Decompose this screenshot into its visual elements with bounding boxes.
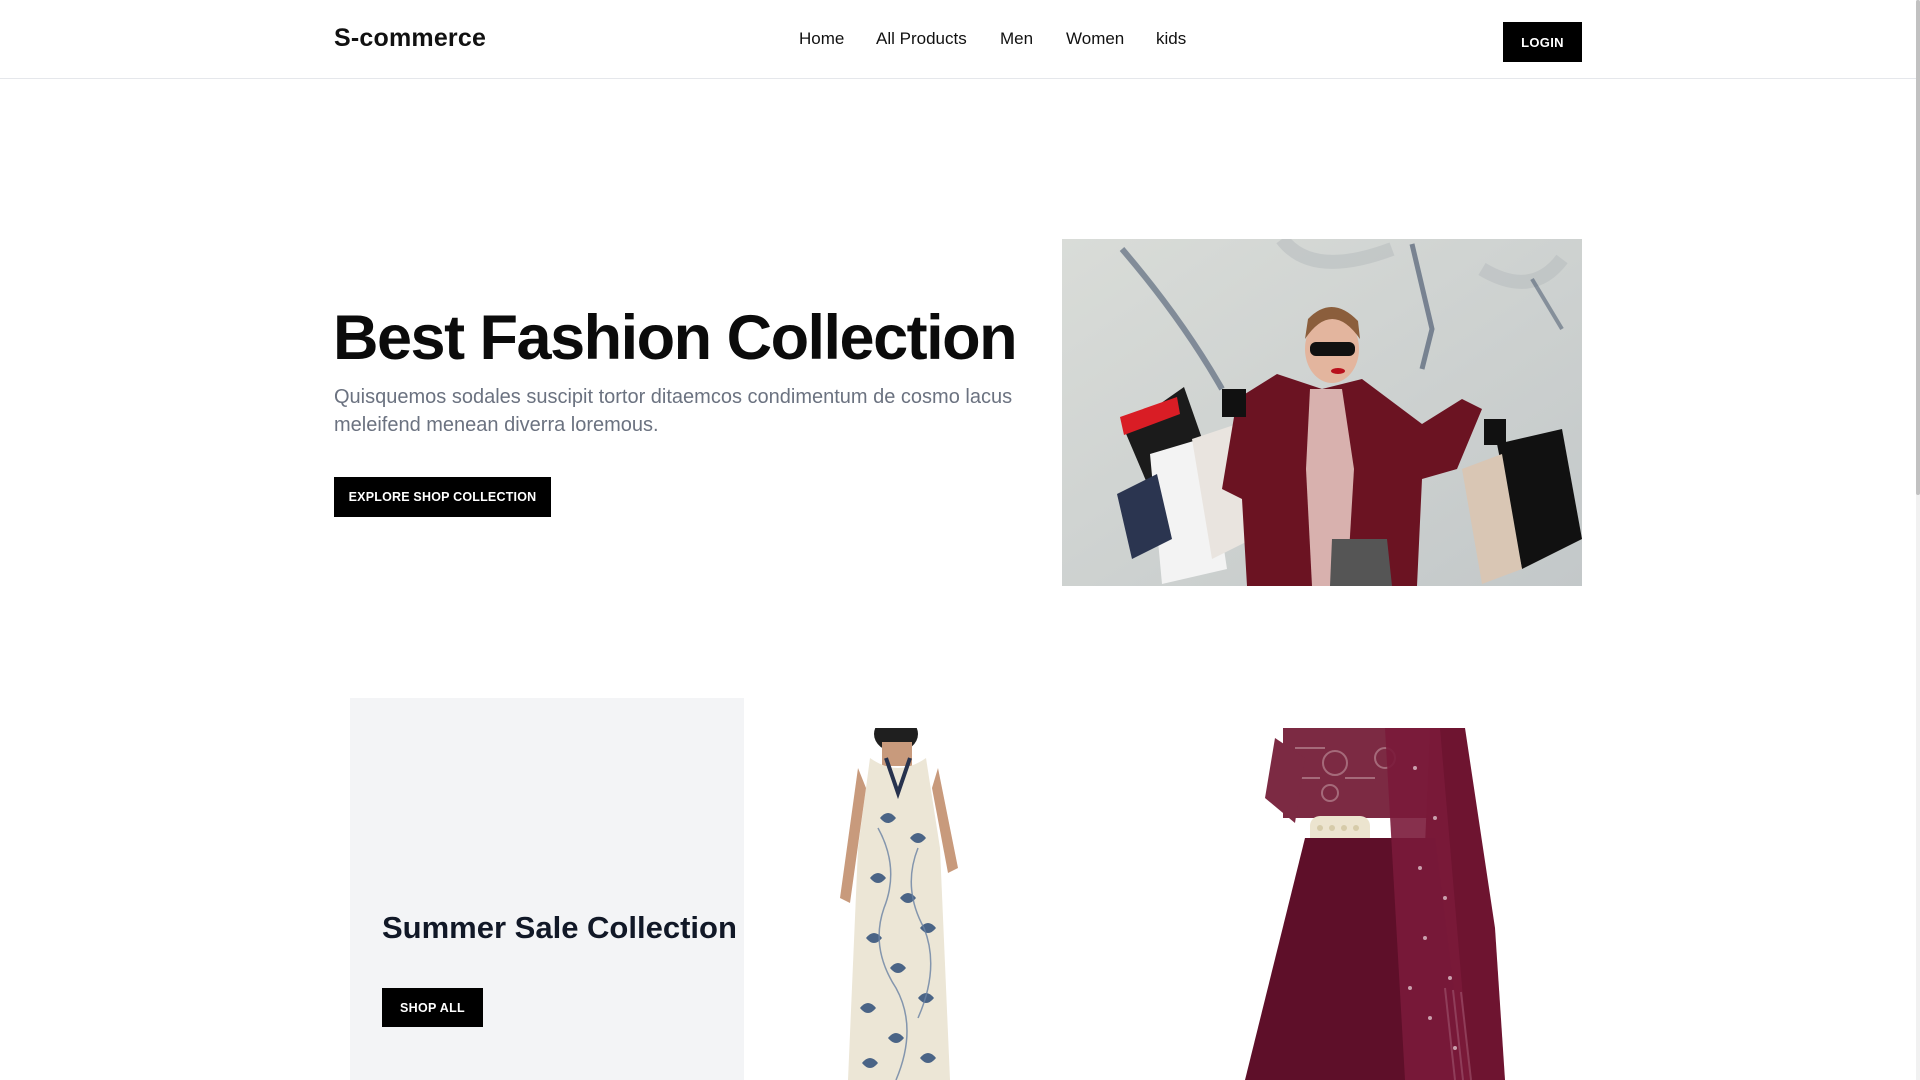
product-image-floral-kurta[interactable] — [800, 728, 1000, 1080]
explore-shop-collection-button[interactable]: EXPLORE SHOP COLLECTION — [334, 477, 551, 517]
promo-title: Summer Sale Collection — [382, 910, 737, 945]
nav-kids[interactable]: kids — [1156, 29, 1186, 49]
hero-image — [1062, 239, 1582, 586]
hero-title: Best Fashion Collection — [333, 303, 1018, 373]
maroon-salwar-suit-photo — [1235, 728, 1525, 1080]
nav-men[interactable]: Men — [1000, 29, 1033, 49]
summer-sale-card: Summer Sale Collection SHOP ALL — [350, 698, 744, 1080]
site-header: S-commerce Home All Products Men Women k… — [0, 0, 1916, 79]
nav-women[interactable]: Women — [1066, 29, 1124, 49]
scrollbar-thumb[interactable] — [1916, 0, 1920, 495]
login-button[interactable]: LOGIN — [1503, 22, 1582, 62]
site-logo[interactable]: S-commerce — [334, 24, 486, 53]
shop-all-button[interactable]: SHOP ALL — [382, 988, 483, 1027]
nav-home[interactable]: Home — [799, 29, 844, 49]
floral-kurta-photo — [800, 728, 1000, 1080]
product-image-maroon-suit[interactable] — [1235, 728, 1525, 1080]
woman-shopping-bags-photo — [1062, 239, 1582, 586]
hero-subtitle: Quisquemos sodales suscipit tortor ditae… — [334, 386, 1013, 436]
nav-all-products[interactable]: All Products — [876, 29, 967, 49]
